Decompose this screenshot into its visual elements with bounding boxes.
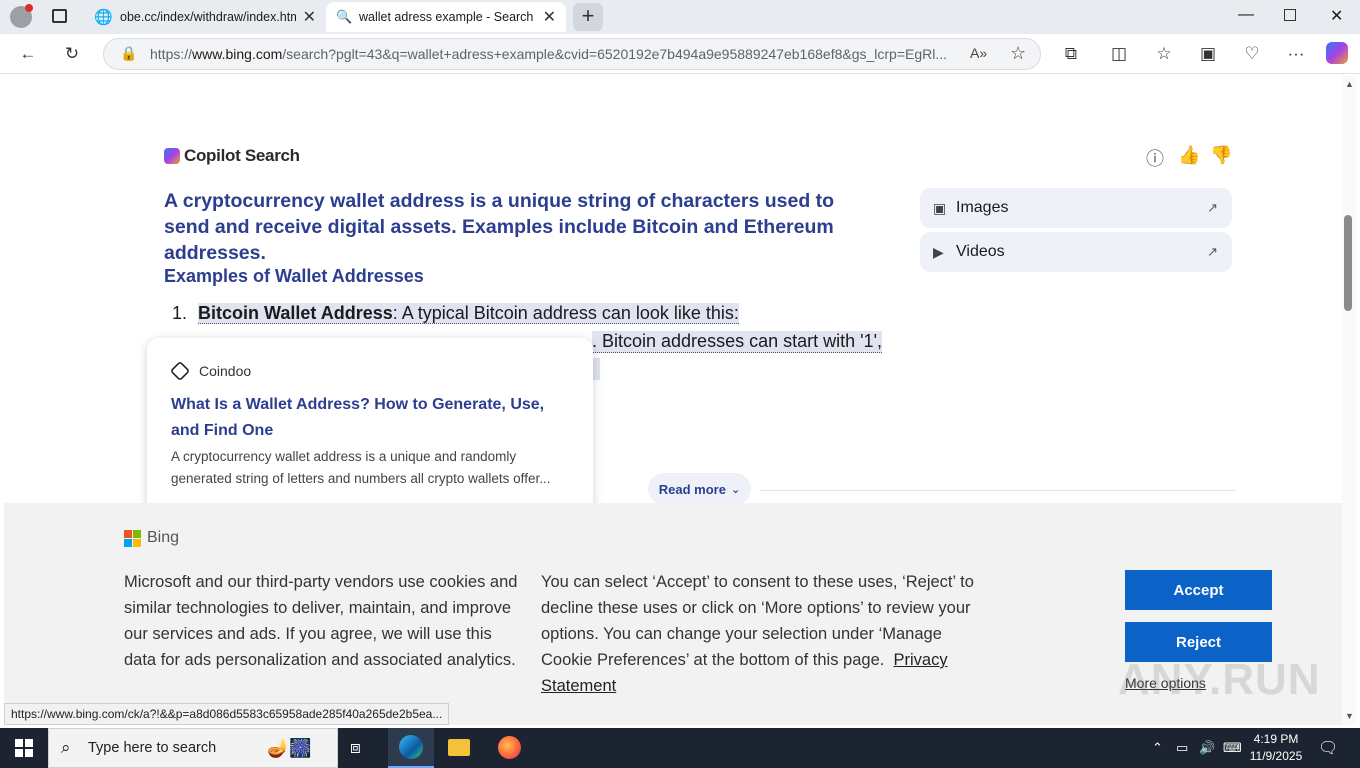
bing-brand: Bing [124, 529, 179, 547]
microsoft-logo-icon [124, 529, 141, 547]
globe-icon: 🌐 [94, 9, 113, 26]
anyrun-watermark: ANY.RUN [1118, 655, 1321, 704]
tab-withdraw[interactable]: 🌐 obe.cc/index/withdraw/index.htm ✕ [84, 2, 326, 32]
cookie-text-1: Microsoft and our third-party vendors us… [124, 573, 518, 669]
copilot-logo-icon [164, 148, 180, 164]
more-menu-icon[interactable]: ··· [1284, 42, 1308, 66]
volume-icon[interactable]: 🔊 [1199, 728, 1215, 768]
copilot-search-brand: Copilot Search [164, 146, 300, 166]
scrollbar-thumb[interactable] [1344, 215, 1352, 311]
close-icon[interactable]: ✕ [303, 7, 316, 27]
minimize-icon[interactable]: — [1238, 6, 1254, 24]
cookie-text-2: You can select ‘Accept’ to consent to th… [541, 573, 974, 695]
taskbar-clock[interactable]: 4:19 PM 11/9/2025 [1248, 731, 1304, 765]
site-info-icon[interactable]: 🔒 [120, 45, 137, 62]
taskbar: ⌕ Type here to search 🪔🎆 ⧈ ⌃ ▭ 🔊 ⌨ 4:19 … [0, 728, 1360, 768]
videos-button[interactable]: ▶ Videos ↗ [920, 232, 1232, 272]
extensions-icon[interactable]: ⧉ [1059, 42, 1083, 66]
collections-icon[interactable]: ▣ [1196, 42, 1220, 66]
copilot-icon[interactable] [1326, 42, 1348, 64]
card-title-link[interactable]: What Is a Wallet Address? How to Generat… [171, 392, 571, 444]
copilot-answer: A cryptocurrency wallet address is a uni… [164, 190, 835, 264]
thumbs-down-icon[interactable]: 👎 [1210, 145, 1232, 166]
favorite-star-icon[interactable]: ☆ [1010, 43, 1026, 64]
card-source: Coindoo [169, 360, 251, 382]
close-icon[interactable]: ✕ [543, 7, 556, 27]
read-aloud-icon[interactable]: A» [970, 45, 987, 61]
new-tab-button[interactable]: + [573, 3, 603, 31]
coindoo-logo-icon [169, 360, 191, 382]
profile-avatar-icon[interactable] [10, 4, 33, 28]
split-screen-icon[interactable]: ◫ [1107, 42, 1131, 66]
close-window-icon[interactable]: ✕ [1330, 6, 1343, 26]
list-item-continued[interactable]: . Bitcoin addresses can start with '1', [592, 331, 883, 353]
search-favicon-icon: 🔍 [336, 9, 353, 24]
search-icon: ⌕ [61, 738, 71, 757]
taskbar-search-input[interactable]: ⌕ Type here to search 🪔🎆 [48, 728, 338, 768]
tab-actions-icon[interactable] [52, 9, 67, 23]
image-icon: ▣ [933, 199, 947, 216]
images-button[interactable]: ▣ Images ↗ [920, 188, 1232, 228]
read-more-button[interactable]: Read more ⌄ [648, 473, 751, 505]
highlight-fragment [592, 358, 600, 380]
notifications-icon[interactable]: 🗨 [1318, 728, 1338, 768]
network-icon[interactable]: ▭ [1176, 728, 1188, 768]
card-snippet: A cryptocurrency wallet address is a uni… [171, 449, 551, 486]
citation-card[interactable]: Coindoo What Is a Wallet Address? How to… [147, 338, 593, 518]
accept-button[interactable]: Accept [1125, 570, 1272, 610]
firefox-icon[interactable] [498, 736, 521, 759]
task-view-icon[interactable]: ⧈ [350, 738, 361, 758]
edge-taskbar-icon[interactable] [388, 728, 434, 768]
thumbs-up-icon[interactable]: 👍 [1178, 145, 1200, 166]
external-link-icon: ↗ [1207, 244, 1218, 259]
tab-search[interactable]: 🔍 wallet adress example - Search ✕ [326, 2, 566, 32]
examples-heading: Examples of Wallet Addresses [164, 266, 424, 286]
scrollbar[interactable]: ▲ ▼ [1342, 75, 1356, 725]
url-text: https://www.bing.com/search?pglt=43&q=wa… [150, 46, 948, 62]
tab-title: obe.cc/index/withdraw/index.htm [120, 10, 296, 24]
refresh-icon[interactable]: ↻ [60, 42, 84, 66]
file-explorer-icon[interactable] [448, 739, 470, 756]
browser-toolbar: ← ↻ 🔒 https://www.bing.com/search?pglt=4… [0, 34, 1360, 74]
search-highlight-icon: 🪔🎆 [267, 737, 312, 758]
list-item: 1. Bitcoin Wallet Address: A typical Bit… [172, 303, 739, 324]
browser-essentials-icon[interactable]: ♡ [1240, 42, 1264, 66]
copilot-info-icon[interactable]: ⓘ [1146, 145, 1164, 171]
external-link-icon: ↗ [1207, 200, 1218, 215]
restore-icon[interactable] [1284, 9, 1296, 21]
back-icon[interactable]: ← [16, 42, 40, 66]
video-icon: ▶ [933, 243, 944, 260]
tray-chevron-icon[interactable]: ⌃ [1152, 728, 1163, 768]
status-bar-url: https://www.bing.com/ck/a?!&&p=a8d086d55… [4, 703, 450, 725]
address-bar[interactable]: 🔒 https://www.bing.com/search?pglt=43&q=… [103, 38, 1041, 70]
bitcoin-wallet-label[interactable]: Bitcoin Wallet Address [198, 303, 393, 323]
tab-strip: 🌐 obe.cc/index/withdraw/index.htm ✕ 🔍 wa… [0, 0, 1360, 34]
keyboard-icon[interactable]: ⌨ [1223, 728, 1242, 768]
chevron-down-icon: ⌄ [730, 483, 741, 496]
divider [760, 490, 1236, 491]
favorites-icon[interactable]: ☆ [1152, 42, 1176, 66]
tab-title: wallet adress example - Search [359, 10, 534, 24]
windows-start-icon[interactable] [15, 739, 33, 757]
